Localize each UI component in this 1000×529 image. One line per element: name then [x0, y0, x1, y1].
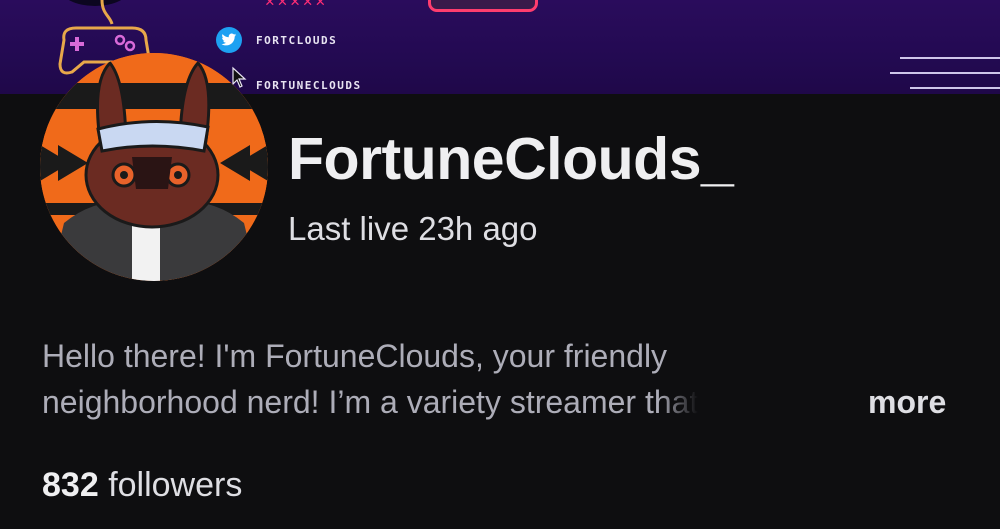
social-link-twitter[interactable]: FORTCLOUDS [216, 27, 337, 53]
twitter-handle: FORTCLOUDS [256, 33, 338, 47]
channel-avatar[interactable] [40, 53, 268, 281]
bio-line: neighborhood nerd! I’m a variety streame… [42, 384, 699, 420]
followers-count[interactable]: 832 followers [42, 466, 242, 505]
followers-label: followers [108, 466, 243, 504]
banner-pill-decoration [428, 0, 538, 12]
followers-number: 832 [42, 466, 99, 504]
website-handle: FORTUNECLOUDS [256, 78, 362, 92]
channel-name: FortuneClouds_ [288, 126, 734, 192]
channel-profile-page: ✕✕✕✕✕ FORTCLOUDS FORTUNECLOUDS FortuneCl… [0, 0, 1000, 529]
twitter-icon [216, 27, 242, 53]
banner-x-marks: ✕✕✕✕✕ [265, 0, 329, 10]
avatar-image [40, 53, 268, 281]
bio-line: Hello there! I'm FortuneClouds, your fri… [42, 338, 668, 374]
last-live-status: Last live 23h ago [288, 210, 538, 247]
channel-bio: Hello there! I'm FortuneClouds, your fri… [42, 333, 972, 425]
bio-more-button[interactable]: more [868, 379, 946, 425]
banner-speed-lines [890, 57, 1000, 89]
